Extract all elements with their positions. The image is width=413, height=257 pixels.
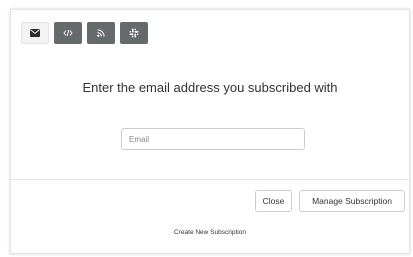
tab-rss[interactable] <box>87 22 115 44</box>
rss-icon <box>97 29 105 37</box>
subscription-modal: Enter the email address you subscribed w… <box>10 9 410 254</box>
tab-email[interactable] <box>21 22 49 44</box>
code-icon <box>63 29 73 37</box>
tab-slack[interactable] <box>120 22 148 44</box>
divider <box>11 179 409 180</box>
subscription-type-tabs <box>21 22 148 44</box>
create-new-subscription-link[interactable]: Create New Subscription <box>11 229 409 236</box>
page-title: Enter the email address you subscribed w… <box>82 80 338 95</box>
close-button[interactable]: Close <box>255 190 292 212</box>
email-field[interactable] <box>121 128 305 150</box>
manage-subscription-button[interactable]: Manage Subscription <box>299 190 405 212</box>
envelope-icon <box>30 29 40 37</box>
slack-icon <box>129 28 139 38</box>
tab-webhook[interactable] <box>54 22 82 44</box>
